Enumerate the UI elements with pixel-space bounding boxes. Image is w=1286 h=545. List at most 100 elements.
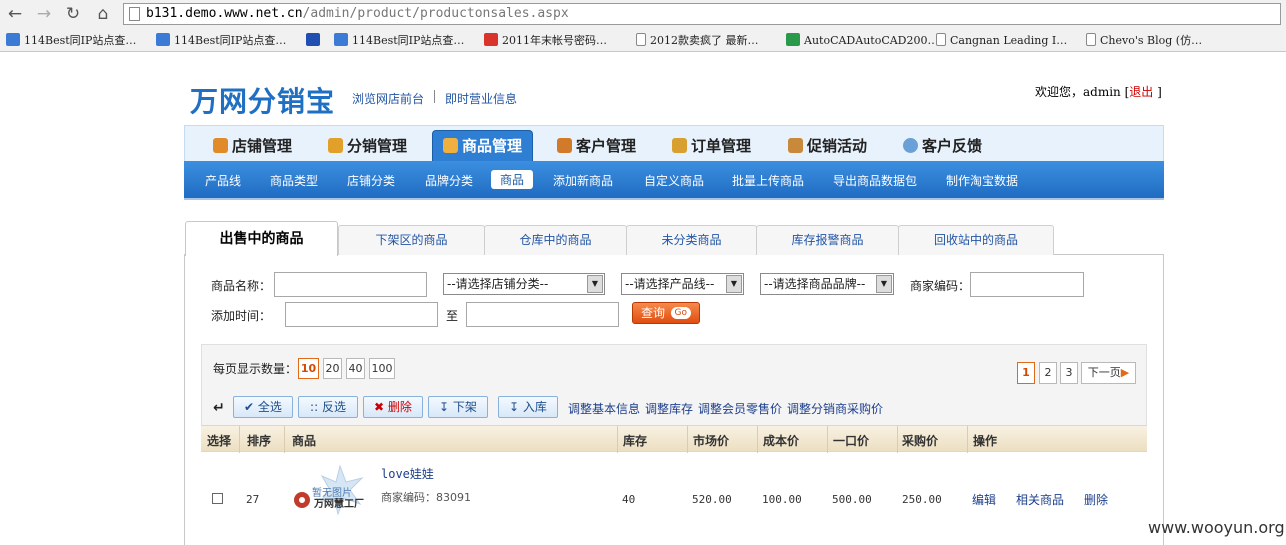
edit-link[interactable]: 编辑 [972,491,996,508]
invert-selection-button[interactable]: :: 反选 [298,396,358,418]
subnav-batch-upload[interactable]: 批量上传商品 [732,172,804,189]
bookmark-6[interactable]: 2012款卖疯了 最新… [636,32,759,49]
product-name-link[interactable]: love娃娃 [381,465,434,482]
adjust-member-price-link[interactable]: 调整会员零售价 [698,400,782,417]
subnav-add-product[interactable]: 添加新商品 [553,172,613,189]
chevron-down-icon: ▼ [876,275,892,293]
off-shelf-button[interactable]: ↧ 下架 [428,396,488,418]
bookmark-9[interactable]: Chevo's Blog (仿… [1086,32,1202,49]
phone-icon [156,33,170,46]
nav-customers[interactable]: 客户管理 [557,132,636,162]
per-page-100[interactable]: 100 [369,358,395,379]
brand-select[interactable]: --请选择商品品牌-- ▼ [760,273,894,295]
product-thumbnail[interactable]: 暂无图片 万网慧工厂 [292,462,370,522]
adjust-basic-info-link[interactable]: 调整基本信息 [568,400,640,417]
tab-on-sale[interactable]: 出售中的商品 [185,221,338,256]
adjust-stock-link[interactable]: 调整库存 [645,400,693,417]
delete-button[interactable]: ✖ 删除 [363,396,423,418]
col-market-price: 市场价 [693,434,730,448]
adjust-distributor-price-link[interactable]: 调整分销商采购价 [787,400,883,417]
subnav-product-type[interactable]: 商品类型 [270,172,318,189]
page-3[interactable]: 3 [1060,362,1078,384]
query-button[interactable]: 查询 Go [632,302,700,324]
page-icon [636,33,646,46]
product-name-input[interactable] [274,272,427,297]
tab-uncategorized[interactable]: 未分类商品 [626,225,757,255]
per-page-20[interactable]: 20 [323,358,342,379]
home-icon[interactable]: ⌂ [92,3,114,25]
nav-orders[interactable]: 订单管理 [672,132,751,162]
per-page-label: 每页显示数量： [213,362,298,376]
tab-stock-alert[interactable]: 库存报警商品 [756,225,899,255]
page-icon [1086,33,1096,46]
name-label: 商品名称： [211,279,272,293]
bookmark-1[interactable]: 114Best同IP站点查… [6,32,136,49]
row-checkbox[interactable] [212,493,223,504]
reload-icon[interactable]: ↻ [62,3,84,25]
bookmark-3[interactable] [306,32,324,49]
warehouse-button[interactable]: ↧ 入库 [498,396,558,418]
site-logo[interactable]: 万网分销宝 [190,80,335,120]
autocad-icon [786,33,800,46]
page-2[interactable]: 2 [1039,362,1057,384]
bookmark-5[interactable]: 2011年末帐号密码… [484,32,607,49]
watermark: www.wooyun.org [1148,518,1285,537]
delete-link[interactable]: 删除 [1084,491,1108,508]
tab-recycle-bin[interactable]: 回收站中的商品 [898,225,1054,255]
header-divider [434,90,435,103]
start-date-input[interactable] [285,302,438,327]
page-1[interactable]: 1 [1017,362,1035,384]
shop-category-select[interactable]: --请选择店铺分类-- ▼ [443,273,605,295]
nav-distribution[interactable]: 分销管理 [328,132,407,162]
nav-products[interactable]: 商品管理 [432,130,534,162]
product-code: 商家编码：83091 [381,491,471,504]
people-icon [672,138,687,153]
page-icon [129,7,140,21]
col-stock: 库存 [623,434,648,448]
product-line-select[interactable]: --请选择产品线-- ▼ [621,273,744,295]
browse-store-link[interactable]: 浏览网店前台 [352,90,424,107]
col-cost-price: 成本价 [763,434,800,448]
subnav-products[interactable]: 商品 [491,170,534,189]
thumbnail-brand-text: 万网慧工厂 [314,499,364,510]
related-products-link[interactable]: 相关商品 [1016,491,1064,508]
per-page-40[interactable]: 40 [346,358,365,379]
calendar-icon [484,33,498,46]
arrow-right-icon: ▶ [1120,366,1130,379]
select-all-button[interactable]: ✔ 全选 [233,396,293,418]
back-icon[interactable]: ← [4,3,26,25]
nav-promotions[interactable]: 促销活动 [788,132,867,162]
address-bar[interactable]: b131.demo.www.net.cn/admin/product/produ… [123,3,1281,25]
welcome-text: 欢迎您，admin [退出 ] [1035,85,1162,99]
subnav-product-line[interactable]: 产品线 [205,172,241,189]
users-icon [328,138,343,153]
bookmark-2[interactable]: 114Best同IP站点查… [156,32,286,49]
arrow-down-left-icon: ↵ [213,400,225,416]
merchant-code-input[interactable] [970,272,1084,297]
per-page-10[interactable]: 10 [298,358,319,379]
code-label: 商家编码： [910,279,971,293]
col-fixed-price: 一口价 [833,434,870,448]
col-operations: 操作 [973,434,998,448]
dots-icon: :: [310,400,322,414]
url-host: b131.demo.www.net.cn [146,6,303,21]
subnav-brand-category[interactable]: 品牌分类 [425,172,473,189]
row-fixed-price: 500.00 [832,493,872,506]
bookmark-8[interactable]: Cangnan Leading I… [936,32,1067,49]
table-header: 选择 排序 商品 库存 市场价 成本价 一口价 采购价 操作 [201,425,1147,453]
subnav-export-data[interactable]: 导出商品数据包 [833,172,917,189]
end-date-input[interactable] [466,302,619,327]
bookmark-4[interactable]: 114Best同IP站点查… [334,32,464,49]
next-page-button[interactable]: 下一页▶ [1081,362,1136,384]
tab-off-shelf[interactable]: 下架区的商品 [338,225,485,255]
subnav-shop-category[interactable]: 店铺分类 [347,172,395,189]
tab-warehouse[interactable]: 仓库中的商品 [484,225,627,255]
nav-feedback[interactable]: 客户反馈 [903,132,982,162]
logout-link[interactable]: 退出 [1129,85,1153,99]
bookmark-7[interactable]: AutoCADAutoCAD200… [786,32,939,49]
forward-icon[interactable]: → [33,3,55,25]
subnav-taobao-data[interactable]: 制作淘宝数据 [946,172,1018,189]
nav-shop[interactable]: 店铺管理 [213,132,292,162]
subnav-custom-product[interactable]: 自定义商品 [644,172,704,189]
business-info-link[interactable]: 即时营业信息 [445,90,517,107]
